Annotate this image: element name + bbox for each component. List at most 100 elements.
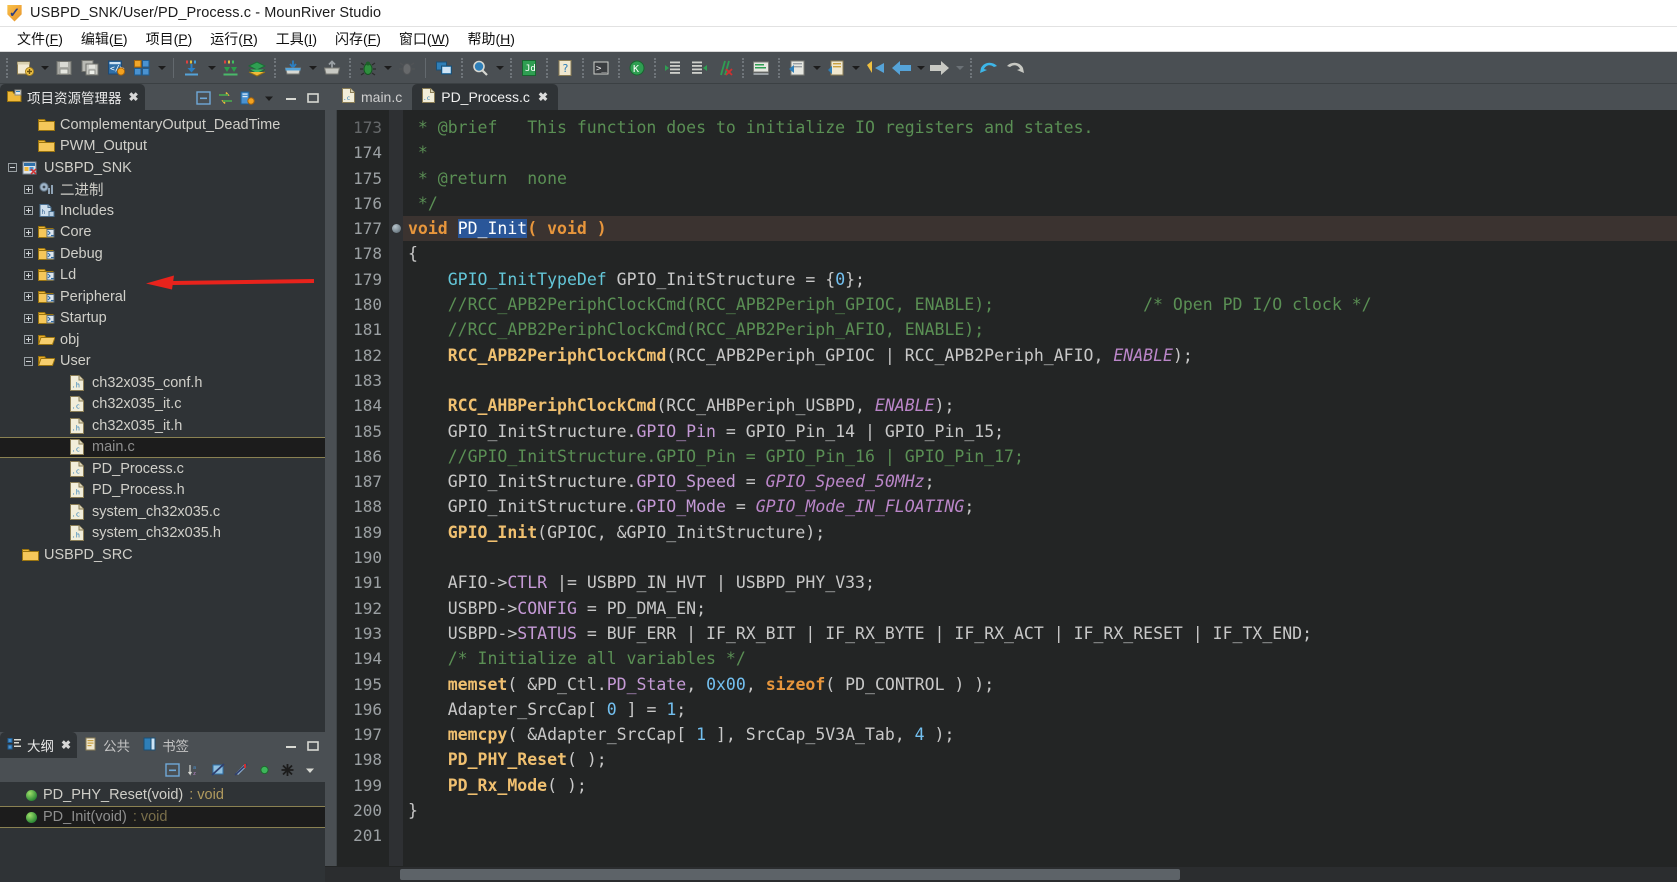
breakpoint-slot[interactable] <box>389 241 403 266</box>
breakpoint-slot[interactable] <box>389 545 403 570</box>
code-editor[interactable]: 173 174 175 176 177 178 179 180 181 182 183 184 185 1… <box>325 110 1677 866</box>
redo-icon[interactable] <box>1003 55 1027 81</box>
code-line[interactable]: * <box>403 140 1677 165</box>
code-line[interactable]: * @return none <box>403 166 1677 191</box>
debug-dropdown-arrow[interactable] <box>381 55 394 81</box>
breakpoint-slot[interactable] <box>389 140 403 165</box>
breakpoint-slot[interactable] <box>389 621 403 646</box>
tree-item[interactable]: .h ch32x035_conf.h <box>0 372 325 394</box>
indent-right-icon[interactable] <box>661 55 685 81</box>
menu-file[interactable]: 文件(F) <box>8 27 72 51</box>
open-declaration-dropdown[interactable] <box>810 55 823 81</box>
show-whitespace-icon[interactable] <box>749 55 773 81</box>
breakpoint-slot[interactable] <box>389 393 403 418</box>
tree-item[interactable]: ComplementaryOutput_DeadTime <box>0 114 325 136</box>
tree-item[interactable]: .c ch32x035_it.c <box>0 394 325 416</box>
breakpoint-slot[interactable] <box>389 672 403 697</box>
breakpoint-slot[interactable] <box>389 596 403 621</box>
link-editor-icon[interactable] <box>215 88 235 107</box>
code-line[interactable]: { <box>403 241 1677 266</box>
tree-item[interactable]: obj <box>0 329 325 351</box>
tree-item[interactable]: Startup <box>0 308 325 330</box>
code-line[interactable]: //RCC_APB2PeriphClockCmd(RCC_APB2Periph_… <box>403 317 1677 342</box>
menu-help[interactable]: 帮助(H) <box>458 27 523 51</box>
tree-item[interactable]: User <box>0 351 325 373</box>
new-dropdown-arrow[interactable] <box>38 55 51 81</box>
expand-plus-icon[interactable] <box>22 312 35 325</box>
breakpoint-slot[interactable] <box>389 419 403 444</box>
expand-plus-icon[interactable] <box>22 183 35 196</box>
collapse-minus-icon[interactable] <box>22 355 35 368</box>
tree-item[interactable]: Peripheral <box>0 286 325 308</box>
code-line[interactable]: //RCC_APB2PeriphClockCmd(RCC_APB2Periph_… <box>403 292 1677 317</box>
outline-item[interactable]: PD_PHY_Reset(void) : void <box>0 784 325 806</box>
breakpoint-slot[interactable] <box>389 646 403 671</box>
forward-arrow-icon[interactable] <box>928 55 952 81</box>
tree-item[interactable]: PWM_Output <box>0 136 325 158</box>
tree-item[interactable]: .c system_ch32x035.c <box>0 501 325 523</box>
tree-item[interactable]: Ld <box>0 265 325 287</box>
code-line[interactable] <box>403 545 1677 570</box>
new-project-icon[interactable] <box>13 55 37 81</box>
tree-item[interactable]: .c PD_Process.c <box>0 458 325 480</box>
forward-dropdown-arrow[interactable] <box>953 55 966 81</box>
breakpoint-slot[interactable] <box>389 292 403 317</box>
tree-item[interactable]: .h system_ch32x035.h <box>0 523 325 545</box>
close-icon[interactable]: ✖ <box>538 90 548 104</box>
tab-outline[interactable]: 大纲 ✖ <box>0 732 78 758</box>
menu-edit[interactable]: 编辑(E) <box>72 27 137 51</box>
project-tree[interactable]: ComplementaryOutput_DeadTime PWM_Output US… <box>0 110 325 732</box>
breakpoint-slot[interactable] <box>389 747 403 772</box>
search-dropdown-arrow[interactable] <box>493 55 506 81</box>
view-menu-icon[interactable] <box>237 88 257 107</box>
code-line[interactable]: RCC_APB2PeriphClockCmd(RCC_APB2Periph_GP… <box>403 343 1677 368</box>
code-line[interactable]: PD_PHY_Reset( ); <box>403 747 1677 772</box>
breakpoint-ruler[interactable] <box>389 110 403 866</box>
code-line[interactable] <box>403 368 1677 393</box>
download-all-icon[interactable] <box>219 55 243 81</box>
menu-project[interactable]: 项目(P) <box>137 27 202 51</box>
code-line[interactable]: Adapter_SrcCap[ 0 ] = 1; <box>403 697 1677 722</box>
horizontal-scrollbar[interactable] <box>325 866 1677 882</box>
tab-project-explorer[interactable]: 项目资源管理器 ✖ <box>0 84 145 110</box>
code-line[interactable]: //GPIO_InitStructure.GPIO_Pin = GPIO_Pin… <box>403 444 1677 469</box>
export-icon[interactable] <box>320 55 344 81</box>
tree-item[interactable]: .h ch32x035_it.h <box>0 415 325 437</box>
sort-icon[interactable]: az <box>184 760 206 780</box>
expand-plus-icon[interactable] <box>22 290 35 303</box>
code-line[interactable]: memcpy( &Adapter_SrcCap[ 1 ], SrcCap_5V3… <box>403 722 1677 747</box>
code-line[interactable]: PD_Rx_Mode( ); <box>403 773 1677 798</box>
breakpoint-slot[interactable] <box>389 773 403 798</box>
breakpoint-marker[interactable] <box>389 216 403 241</box>
tree-item[interactable]: USBPD_SRC <box>0 544 325 566</box>
breakpoint-slot[interactable] <box>389 115 403 140</box>
expand-plus-icon[interactable] <box>22 333 35 346</box>
code-line[interactable]: USBPD->STATUS = BUF_ERR | IF_RX_BIT | IF… <box>403 621 1677 646</box>
project-dropdown-arrow[interactable] <box>155 55 168 81</box>
code-line[interactable]: GPIO_Init(GPIOC, &GPIO_InitStructure); <box>403 520 1677 545</box>
minimize-icon[interactable] <box>281 736 301 755</box>
open-declaration-icon[interactable] <box>785 55 809 81</box>
indent-left-icon[interactable] <box>687 55 711 81</box>
outline-items[interactable]: PD_PHY_Reset(void) : void PD_Init(void) :… <box>0 782 325 882</box>
expand-plus-icon[interactable] <box>22 247 35 260</box>
menu-window[interactable]: 窗口(W) <box>390 27 459 51</box>
code-line[interactable]: GPIO_InitStructure.GPIO_Pin = GPIO_Pin_1… <box>403 419 1677 444</box>
maximize-icon[interactable] <box>303 736 323 755</box>
breakpoint-slot[interactable] <box>389 444 403 469</box>
javadoc-icon[interactable]: Jd <box>517 55 541 81</box>
tree-item[interactable]: Core <box>0 222 325 244</box>
debug-bug-disabled-icon[interactable] <box>395 55 419 81</box>
code-line[interactable]: } <box>403 798 1677 823</box>
search-icon[interactable] <box>468 55 492 81</box>
tree-item[interactable]: h Includes <box>0 200 325 222</box>
open-type-dropdown[interactable] <box>849 55 862 81</box>
breakpoint-slot[interactable] <box>389 368 403 393</box>
import-icon[interactable] <box>281 55 305 81</box>
expand-plus-icon[interactable] <box>22 269 35 282</box>
view-dropdown-icon[interactable] <box>299 760 321 780</box>
close-icon[interactable]: ✖ <box>129 90 139 104</box>
breakpoint-slot[interactable] <box>389 570 403 595</box>
minimize-icon[interactable] <box>281 88 301 107</box>
menu-run[interactable]: 运行(R) <box>201 27 266 51</box>
